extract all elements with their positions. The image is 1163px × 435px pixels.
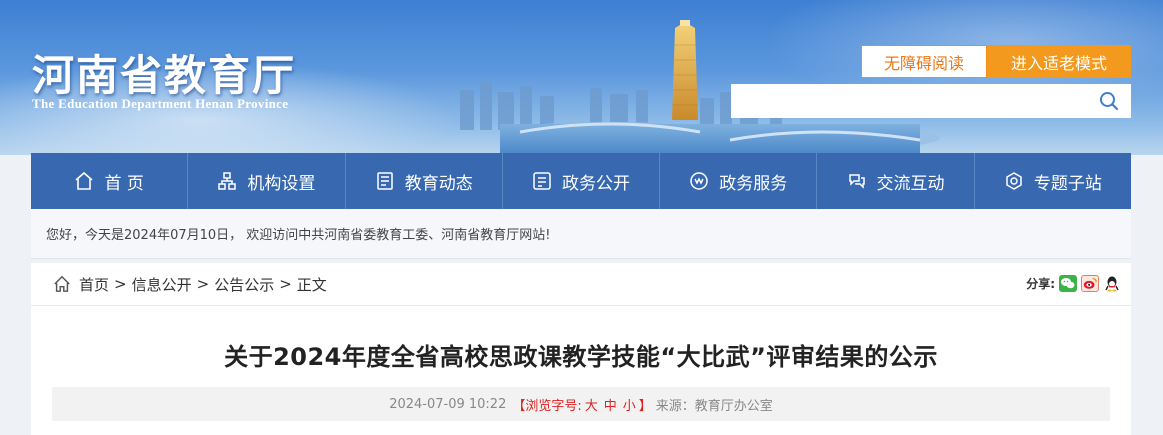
nav-item-interact[interactable]: 交流互动: [817, 153, 975, 209]
breadcrumb-info-public[interactable]: 信息公开: [132, 274, 192, 295]
home-icon: [54, 275, 70, 292]
share-bar: 分享:: [1026, 275, 1121, 292]
nav-item-label: 教育动态: [404, 173, 473, 194]
nav-item-org[interactable]: 机构设置: [188, 153, 346, 209]
elder-mode-button[interactable]: 进入适老模式: [987, 45, 1131, 78]
welcome-text: 您好，今天是2024年07月10日， 欢迎访问中共河南省委教育工委、河南省教育厅…: [46, 228, 551, 243]
nav-item-news[interactable]: 教育动态: [346, 153, 503, 209]
breadcrumb-separator: >: [196, 275, 210, 293]
accessibility-reading-button[interactable]: 无障碍阅读: [861, 45, 987, 78]
breadcrumb-current: 正文: [296, 275, 327, 294]
main-nav: 首 页 机构设置 教育动态 政务公开 政务服务 交流互动 专题子站: [31, 153, 1131, 209]
search-icon[interactable]: [1099, 91, 1119, 111]
breadcrumb-separator: >: [114, 275, 127, 293]
article-source: 来源：教育厅办公室: [655, 398, 773, 414]
nav-item-service[interactable]: 政务服务: [660, 153, 818, 209]
nav-item-label: 机构设置: [247, 173, 316, 194]
home-icon: [75, 171, 93, 190]
qq-icon[interactable]: [1103, 275, 1121, 292]
nav-item-subsite[interactable]: 专题子站: [975, 153, 1131, 209]
nav-item-label: 政务公开: [561, 173, 630, 194]
org-icon: [218, 172, 237, 190]
font-size-label: 【浏览字号:: [512, 398, 582, 414]
weibo-icon[interactable]: [1081, 275, 1099, 292]
article-title: 关于2024年度全省高校思政课教学技能“大比武”评审结果的公示: [224, 343, 938, 371]
article-date: 2024-07-09 10:22: [389, 396, 507, 412]
interact-icon: [848, 174, 865, 189]
breadcrumb: 首页 > 信息公开 > 公告公示 > 正文 分享:: [31, 263, 1131, 306]
article-meta: 2024-07-09 10:22 【浏览字号: 大 中 小 】 来源：教育厅办公…: [52, 387, 1110, 421]
breadcrumb-notices[interactable]: 公告公示: [214, 274, 274, 295]
font-size-large-button[interactable]: 大: [585, 395, 598, 414]
nav-item-label: 交流互动: [876, 173, 945, 194]
nav-item-public[interactable]: 政务公开: [503, 153, 661, 209]
public-icon: [533, 172, 551, 190]
font-size-small-button[interactable]: 小: [623, 395, 636, 414]
site-subtitle: The Education Department Henan Province: [32, 96, 289, 111]
header-banner: 河南省教育厅 The Education Department Henan Pr…: [0, 0, 1163, 155]
site-title: 河南省教育厅: [32, 51, 297, 100]
news-icon: [376, 172, 393, 190]
nav-item-home[interactable]: 首 页: [31, 153, 189, 209]
welcome-bar: 您好，今天是2024年07月10日， 欢迎访问中共河南省委教育工委、河南省教育厅…: [31, 209, 1131, 259]
breadcrumb-home[interactable]: 首页: [79, 274, 109, 295]
share-label: 分享:: [1026, 277, 1055, 291]
nav-item-label: 政务服务: [719, 173, 788, 194]
font-size-medium-button[interactable]: 中: [604, 395, 617, 414]
search-box: [731, 84, 1131, 118]
font-size-close: 】: [638, 398, 652, 414]
nav-item-label: 专题子站: [1033, 173, 1102, 194]
main-content: 首页 > 信息公开 > 公告公示 > 正文 分享: 关于2024年度全省高校思政…: [31, 263, 1131, 435]
subsite-icon: [1006, 172, 1022, 190]
service-icon: [690, 172, 709, 190]
wechat-icon[interactable]: [1059, 275, 1077, 292]
breadcrumb-separator: >: [279, 275, 292, 293]
nav-item-label: 首 页: [104, 173, 144, 194]
search-input[interactable]: [731, 84, 1131, 118]
